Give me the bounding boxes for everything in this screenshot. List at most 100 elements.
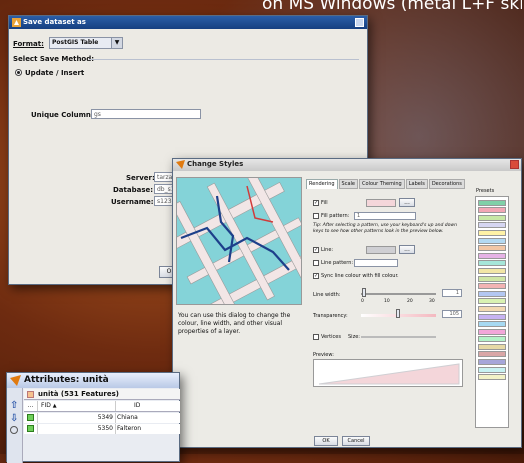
preset-swatch[interactable] [478,199,506,206]
sync-checkbox[interactable]: ✓ [313,273,319,279]
save-dialog-title: Save dataset as [23,18,86,26]
tab-colour-theming[interactable]: Colour Theming [359,179,405,189]
transparency-label: Transparency: [313,313,348,319]
table-row[interactable]: 5350 Falteron [24,424,180,434]
save-method-section-label: Select Save Method: [13,55,95,63]
line-width-tick: 30 [429,299,435,304]
layer-color-icon [27,391,34,398]
preset-swatch[interactable] [478,298,506,305]
line-width-slider-thumb[interactable] [362,288,366,297]
preset-swatch[interactable] [478,207,506,214]
line-width-input[interactable]: 1 [442,289,462,297]
update-insert-label: Update / Insert [25,69,85,77]
fill-color-swatch [366,199,396,207]
size-label: Size: [348,334,360,340]
preset-swatch[interactable] [478,359,506,366]
preset-swatch[interactable] [478,237,506,244]
fill-pattern-label: Fill pattern: [321,213,350,219]
line-pattern-select[interactable] [354,259,398,267]
preset-swatch[interactable] [478,245,506,252]
table-header: … FID ▲ ID [24,401,180,412]
attributes-titlebar: Attributes: unità [7,373,179,388]
line-width-tick: 20 [407,299,413,304]
preset-swatch[interactable] [478,267,506,274]
sync-label: Sync line colour with fill colour. [321,273,399,279]
unique-column-label: Unique Column: [31,111,94,119]
preset-swatch[interactable] [478,222,506,229]
openjump-icon [176,160,185,169]
line-label: Line: [321,247,334,253]
tab-rendering[interactable]: Rendering [306,179,338,189]
fill-pattern-checkbox[interactable] [313,213,319,219]
line-checkbox[interactable]: ✓ [313,247,319,253]
styles-dialog-titlebar: Change Styles [173,159,521,171]
row-select-icon[interactable] [27,425,34,432]
attributes-window: Attributes: unità ⇧ ⇩ unità (531 Feature… [6,372,180,463]
tab-strip: Rendering Scale Colour Theming Labels De… [306,179,466,189]
line-width-label: Line width: [313,292,341,298]
preset-swatch[interactable] [478,229,506,236]
move-down-icon[interactable]: ⇩ [10,413,18,424]
transparency-slider-thumb[interactable] [396,309,400,318]
line-width-tick: 10 [384,299,390,304]
id-column-header[interactable]: ID [116,401,180,411]
unique-column-input[interactable]: gs [91,109,201,119]
vertices-size-slider[interactable] [361,336,436,338]
map-preview [176,177,302,305]
vertices-checkbox[interactable] [313,334,319,340]
preset-swatch[interactable] [478,260,506,267]
preset-swatch[interactable] [478,336,506,343]
pattern-tip: Tip: After selecting a pattern, use your… [313,223,457,234]
fill-checkbox[interactable]: ✓ [313,200,319,206]
database-label: Database: [113,186,154,194]
format-select[interactable]: PostGIS Table ▼ [49,37,123,49]
fid-cell: 5350 [38,424,116,434]
preset-swatch[interactable] [478,321,506,328]
fill-pattern-select[interactable]: 1 [354,212,416,220]
transparency-input[interactable]: 105 [442,310,462,318]
update-insert-radio[interactable] [15,69,22,76]
line-pattern-label: Line pattern: [321,260,354,266]
page-subtitle: on MS Windows (metal L+F skin) [262,0,522,14]
preset-swatch[interactable] [478,305,506,312]
preset-swatch[interactable] [478,328,506,335]
zoom-icon[interactable] [10,426,18,434]
preset-swatch[interactable] [478,275,506,282]
close-icon[interactable] [355,18,364,27]
layer-title: unità (531 Features) [38,390,119,398]
preset-swatch[interactable] [478,252,506,259]
fid-cell: 5349 [38,413,116,423]
fid-column-header[interactable]: FID ▲ [38,401,116,411]
openjump-icon [10,375,21,386]
line-width-tick: 0 [361,299,364,304]
line-width-slider[interactable] [361,293,436,295]
preset-swatch[interactable] [478,374,506,381]
preset-swatch[interactable] [478,290,506,297]
line-color-button[interactable]: ... [399,245,415,254]
table-row[interactable]: 5349 Chiana [24,413,180,423]
fill-color-button[interactable]: ... [399,198,415,207]
cancel-button[interactable]: Cancel [342,436,370,446]
java-icon [12,18,21,27]
row-select-icon[interactable] [27,414,34,421]
preset-swatch[interactable] [478,283,506,290]
tab-scale[interactable]: Scale [338,179,358,189]
preset-swatch[interactable] [478,313,506,320]
preset-swatch[interactable] [478,351,506,358]
line-pattern-checkbox[interactable] [313,260,319,266]
select-column-header[interactable]: … [24,401,38,411]
presets-list [475,196,509,428]
move-up-icon[interactable]: ⇧ [10,400,18,411]
preset-swatch[interactable] [478,343,506,350]
preset-swatch[interactable] [478,214,506,221]
preset-swatch[interactable] [478,366,506,373]
tab-labels[interactable]: Labels [405,179,428,189]
save-dialog-titlebar: Save dataset as [9,16,367,29]
fill-label: Fill [321,200,328,206]
tab-decorations[interactable]: Decorations [428,179,465,189]
ok-button[interactable]: OK [314,436,338,446]
rendering-panel: ✓ Fill ... Fill pattern: 1 Tip: After se… [306,189,468,439]
close-icon[interactable] [510,160,519,169]
id-cell: Falteron [117,425,142,432]
vertices-label: Vertices [321,334,341,340]
